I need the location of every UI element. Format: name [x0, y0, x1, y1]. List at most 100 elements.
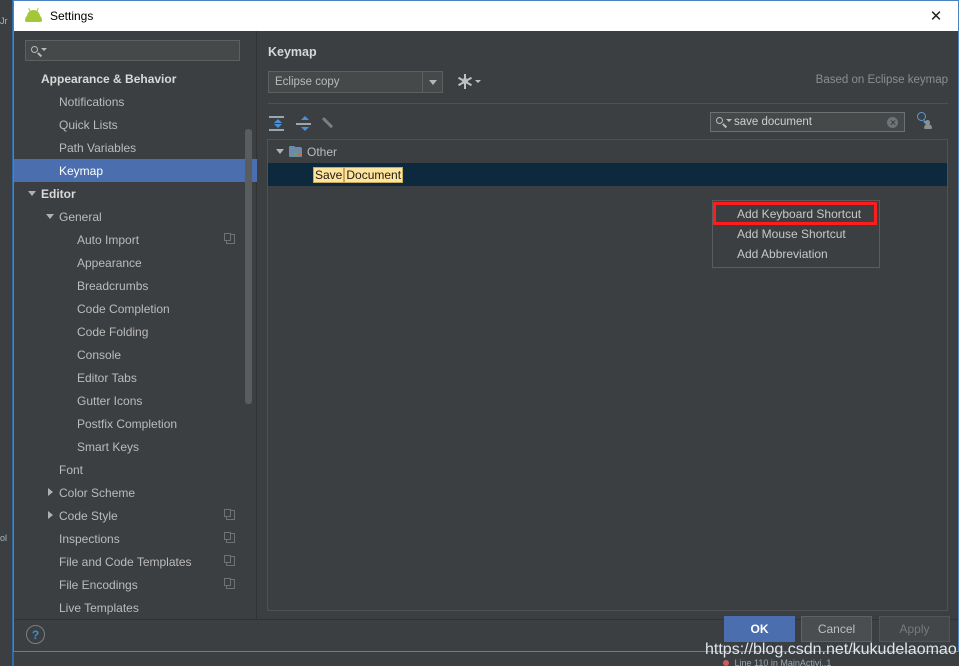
watermark-url: https://blog.csdn.net/kukudelaomao — [705, 641, 957, 659]
sidebar-item-label: File Encodings — [59, 578, 138, 592]
tree-spacer — [45, 119, 56, 130]
keymap-action-row[interactable]: Save Document — [268, 163, 947, 186]
keymap-search-box[interactable]: save document — [710, 112, 905, 132]
tree-spacer — [63, 326, 74, 337]
sidebar-item-color-scheme[interactable]: Color Scheme — [14, 481, 257, 504]
tree-spacer — [45, 533, 56, 544]
tree-spacer — [63, 234, 74, 245]
folder-icon — [289, 146, 302, 157]
keymap-dropdown[interactable]: Eclipse copy — [268, 71, 443, 93]
context-menu-item[interactable]: Add Keyboard Shortcut — [713, 204, 879, 224]
settings-dialog: Settings ✕ Appearance & Behavior Notifica… — [13, 0, 959, 652]
chevron-right-icon[interactable] — [45, 487, 56, 498]
sidebar-item-label: Notifications — [59, 95, 124, 109]
close-icon[interactable]: ✕ — [914, 1, 958, 31]
sidebar-item-label: Quick Lists — [59, 118, 118, 132]
tree-spacer — [63, 280, 74, 291]
expand-all-icon[interactable] — [268, 115, 285, 132]
sidebar-item-quick-lists[interactable]: Quick Lists — [14, 113, 257, 136]
sidebar-item-smart-keys[interactable]: Smart Keys — [14, 435, 257, 458]
cancel-button[interactable]: Cancel — [801, 616, 872, 642]
status-dot-icon — [723, 660, 729, 666]
sidebar-item-label: Smart Keys — [77, 440, 139, 454]
sidebar-item-live-templates[interactable]: Live Templates — [14, 596, 257, 619]
context-menu-item[interactable]: Add Mouse Shortcut — [713, 224, 879, 244]
sidebar-item-label: Breadcrumbs — [77, 279, 148, 293]
keymap-dropdown-value: Eclipse copy — [275, 76, 340, 88]
chevron-down-icon[interactable] — [275, 146, 286, 157]
chevron-down-icon[interactable] — [27, 188, 38, 199]
sidebar-search-box[interactable] — [25, 40, 240, 61]
keymap-pane: Keymap Eclipse copy Based on Eclipse key… — [257, 31, 958, 621]
sidebar-item-label: Auto Import — [77, 233, 139, 247]
sidebar-item-label: Path Variables — [59, 141, 136, 155]
sidebar-item-notifications[interactable]: Notifications — [14, 90, 257, 113]
clear-icon[interactable] — [887, 117, 898, 128]
gear-icon[interactable] — [458, 74, 472, 88]
collapse-all-icon[interactable] — [295, 115, 312, 132]
sidebar-item-label: Postfix Completion — [77, 417, 177, 431]
sidebar-item-file-and-code-templates[interactable]: File and Code Templates — [14, 550, 257, 573]
sidebar-item-label: Inspections — [59, 532, 120, 546]
chevron-down-icon[interactable] — [422, 72, 442, 92]
sidebar-item-code-style[interactable]: Code Style — [14, 504, 257, 527]
tree-spacer — [63, 349, 74, 360]
tree-spacer — [45, 96, 56, 107]
page-title: Keymap — [268, 45, 317, 59]
copy-settings-icon — [226, 234, 235, 244]
sidebar-item-editor[interactable]: Editor — [14, 182, 257, 205]
sidebar-item-console[interactable]: Console — [14, 343, 257, 366]
status-bar-text: Line 110 in MainActivi..1 — [735, 658, 832, 666]
tree-spacer — [63, 303, 74, 314]
gear-chevron-down-icon[interactable] — [475, 80, 481, 83]
bg-text-fragment-bottom: ol — [0, 533, 7, 543]
sidebar-item-gutter-icons[interactable]: Gutter Icons — [14, 389, 257, 412]
chevron-down-icon[interactable] — [45, 211, 56, 222]
sidebar-scrollbar[interactable] — [245, 31, 252, 585]
ok-button[interactable]: OK — [724, 616, 795, 642]
sidebar-item-label: Gutter Icons — [77, 394, 142, 408]
sidebar-item-keymap[interactable]: Keymap — [14, 159, 257, 182]
sidebar-item-auto-import[interactable]: Auto Import — [14, 228, 257, 251]
sidebar-item-path-variables[interactable]: Path Variables — [14, 136, 257, 159]
dialog-titlebar: Settings ✕ — [14, 1, 958, 31]
sidebar-item-label: File and Code Templates — [59, 555, 192, 569]
dialog-body: Appearance & Behavior Notifications Quick … — [14, 31, 958, 621]
sidebar-item-label: Appearance — [77, 256, 142, 270]
tree-spacer — [27, 73, 38, 84]
sidebar-item-font[interactable]: Font — [14, 458, 257, 481]
tree-spacer — [63, 441, 74, 452]
sidebar-item-general[interactable]: General — [14, 205, 257, 228]
sidebar-item-appearance-behavior[interactable]: Appearance & Behavior — [14, 67, 257, 90]
bg-text-fragment-top: Jr — [0, 16, 8, 26]
toolbar-divider — [268, 103, 948, 104]
chevron-right-icon[interactable] — [45, 510, 56, 521]
settings-sidebar: Appearance & Behavior Notifications Quick … — [14, 31, 257, 621]
sidebar-search-input[interactable] — [53, 44, 227, 58]
tree-spacer — [45, 142, 56, 153]
sidebar-item-label: Editor Tabs — [77, 371, 137, 385]
help-icon[interactable]: ? — [26, 625, 45, 644]
sidebar-item-file-encodings[interactable]: File Encodings — [14, 573, 257, 596]
sidebar-item-code-folding[interactable]: Code Folding — [14, 320, 257, 343]
sidebar-item-label: Appearance & Behavior — [41, 72, 176, 86]
context-menu: Add Keyboard ShortcutAdd Mouse ShortcutA… — [712, 200, 880, 268]
settings-screen: Jr ol Settings ✕ Appearance & Be — [0, 0, 959, 666]
apply-button: Apply — [879, 616, 950, 642]
tree-spacer — [45, 602, 56, 613]
sidebar-scrollbar-thumb[interactable] — [245, 129, 252, 404]
find-by-shortcut-icon[interactable] — [916, 111, 936, 131]
keymap-search-value: save document — [734, 116, 812, 128]
sidebar-item-breadcrumbs[interactable]: Breadcrumbs — [14, 274, 257, 297]
sidebar-item-appearance[interactable]: Appearance — [14, 251, 257, 274]
sidebar-item-code-completion[interactable]: Code Completion — [14, 297, 257, 320]
tree-spacer — [63, 372, 74, 383]
tree-spacer — [63, 395, 74, 406]
sidebar-item-postfix-completion[interactable]: Postfix Completion — [14, 412, 257, 435]
sidebar-item-label: Live Templates — [59, 601, 139, 615]
context-menu-item[interactable]: Add Abbreviation — [713, 244, 879, 264]
keymap-group-row[interactable]: Other — [268, 140, 947, 163]
sidebar-item-inspections[interactable]: Inspections — [14, 527, 257, 550]
sidebar-item-label: General — [59, 210, 102, 224]
sidebar-item-editor-tabs[interactable]: Editor Tabs — [14, 366, 257, 389]
